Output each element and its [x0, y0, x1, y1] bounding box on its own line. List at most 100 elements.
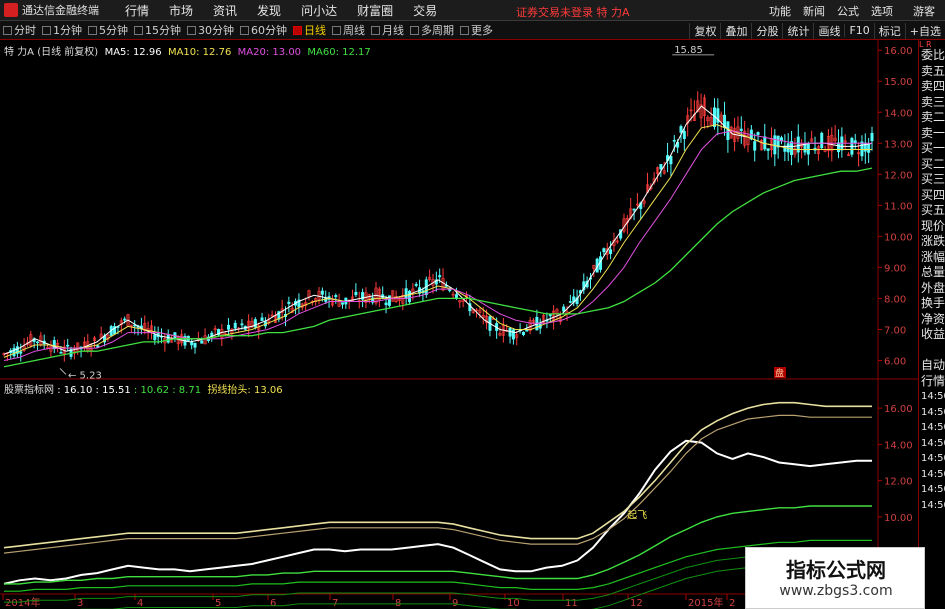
chart-area[interactable]: 16.00 15.00 14.00 13.00 12.00 11.00 10.00 9.00 8… — [0, 40, 945, 609]
menu-zixun[interactable]: 资讯 — [203, 2, 247, 19]
stock-name: 特 力A — [4, 47, 35, 58]
side-item[interactable] — [919, 343, 945, 359]
app-title: 通达信金融终端 — [22, 4, 99, 17]
side-item[interactable]: 买五 — [919, 203, 945, 219]
candle-body — [387, 295, 391, 306]
low-marker-line — [59, 368, 67, 375]
side-item[interactable]: 卖四 — [919, 79, 945, 95]
sub-y-tick-label: 16.00 — [884, 404, 913, 415]
overlay-button[interactable]: 叠加 — [720, 22, 751, 39]
tab-daily[interactable]: 日线 — [290, 22, 329, 38]
candle-body — [66, 344, 70, 347]
candle-body — [511, 329, 515, 340]
mark-button[interactable]: 标记 — [873, 22, 905, 39]
menu-xinwen[interactable]: 新闻 — [797, 3, 831, 19]
candle-body — [408, 290, 412, 303]
tab-weekly[interactable]: 周线 — [329, 22, 368, 38]
tab-30min[interactable]: 30分钟 — [184, 22, 237, 38]
side-item[interactable]: 卖五 — [919, 64, 945, 80]
side-item[interactable]: 换手 — [919, 296, 945, 312]
side-item[interactable]: 收益 — [919, 327, 945, 343]
tab-15min[interactable]: 15分钟 — [131, 22, 184, 38]
draw-button[interactable]: 画线 — [813, 22, 844, 39]
stats-button[interactable]: 统计 — [782, 22, 813, 39]
side-item[interactable]: 买二 — [919, 157, 945, 173]
menu-faxian[interactable]: 发现 — [247, 2, 291, 19]
side-item[interactable]: 行情 — [919, 374, 945, 390]
candle-body — [562, 306, 566, 312]
candle-body — [384, 302, 388, 306]
tab-5min[interactable]: 5分钟 — [85, 22, 131, 38]
quote-side-panel: L R 委比 卖五 卖四 卖三 卖二 卖一 买一 买二 买三 买四 买五 现价 涨跌 涨幅 总量 外盘 换手 净资… — [918, 40, 945, 609]
side-item[interactable]: 卖二 — [919, 110, 945, 126]
tab-1min[interactable]: 1分钟 — [39, 22, 85, 38]
candle-body — [870, 132, 874, 142]
quote-list: 委比 卖五 卖四 卖三 卖二 卖一 买一 买二 买三 买四 买五 现价 涨跌 涨幅 总量 外盘 换手 净资 收益自动… — [919, 48, 945, 513]
side-item[interactable]: 卖一 — [919, 126, 945, 142]
side-item[interactable]: 现价 — [919, 219, 945, 235]
side-item[interactable]: 买四 — [919, 188, 945, 204]
add-watchlist-button[interactable]: +自选 — [904, 22, 945, 39]
tab-monthly[interactable]: 月线 — [368, 22, 407, 38]
side-item[interactable]: 买三 — [919, 172, 945, 188]
f10-button[interactable]: F10 — [844, 24, 873, 37]
side-item[interactable]: 总量 — [919, 265, 945, 281]
watermark-title: 指标公式网 — [786, 558, 886, 582]
side-item[interactable]: 净资 — [919, 312, 945, 328]
tab-multi[interactable]: 多周期 — [407, 22, 457, 38]
y-tick-label: 9.00 — [884, 263, 906, 274]
side-item[interactable]: 涨跌 — [919, 234, 945, 250]
menu-caifuquan[interactable]: 财富圈 — [347, 2, 403, 19]
menu-gongneng[interactable]: 功能 — [763, 3, 797, 19]
side-item[interactable]: 买一 — [919, 141, 945, 157]
indicator-info: 股票指标网 : 16.10 : 15.51 : 10.62 : 8.71 拐线抬… — [4, 381, 283, 396]
chart-mode: (日线 前复权) — [37, 47, 99, 58]
side-item[interactable]: 14:50 — [919, 482, 945, 498]
tab-more[interactable]: 更多 — [457, 22, 496, 38]
side-item[interactable]: 14:50 — [919, 405, 945, 421]
candle-body — [260, 317, 264, 321]
app-logo-icon — [4, 3, 18, 17]
side-item[interactable]: 14:50 — [919, 420, 945, 436]
candle-body — [679, 126, 683, 133]
side-item[interactable]: 委比 — [919, 48, 945, 64]
side-item[interactable]: 外盘 — [919, 281, 945, 297]
menu-jiaoyi[interactable]: 交易 — [403, 2, 447, 19]
tab-60min[interactable]: 60分钟 — [237, 22, 290, 38]
candle-body — [753, 141, 757, 151]
side-item[interactable]: 14:50 — [919, 467, 945, 483]
tab-fenshi[interactable]: 分时 — [0, 22, 39, 38]
menu-hangqing[interactable]: 行情 — [115, 2, 159, 19]
side-item[interactable]: 14:50 — [919, 451, 945, 467]
candle-body — [508, 327, 512, 337]
candle-body — [52, 340, 56, 350]
login-warning[interactable]: 证券交易未登录 特 力A — [516, 4, 630, 20]
menu-shichang[interactable]: 市场 — [159, 2, 203, 19]
candle-body — [548, 314, 552, 317]
side-item[interactable]: 卖三 — [919, 95, 945, 111]
candle-body — [414, 284, 418, 286]
ma5-label: MA5: 12.96 — [104, 47, 162, 58]
split-button[interactable]: 分股 — [751, 22, 782, 39]
guest-login[interactable]: 游客 — [913, 3, 935, 19]
menu-xuanxiang[interactable]: 选项 — [865, 3, 899, 19]
side-item[interactable]: 14:50 — [919, 389, 945, 405]
side-item[interactable]: 自动 — [919, 358, 945, 374]
side-item[interactable]: 14:50 — [919, 436, 945, 452]
side-item[interactable]: 14:50 — [919, 498, 945, 514]
event-marker-label: 盘 — [775, 367, 784, 379]
candle-body — [739, 128, 743, 131]
y-tick-label: 14.00 — [884, 108, 913, 119]
menu-gongshi[interactable]: 公式 — [831, 3, 865, 19]
indicator-name: 股票指标网 — [4, 385, 54, 396]
side-item[interactable]: 涨幅 — [919, 250, 945, 266]
candle-body — [669, 156, 673, 165]
candle-body — [776, 135, 780, 148]
fuquan-button[interactable]: 复权 — [689, 22, 720, 39]
candle-body — [773, 135, 777, 155]
candle-body — [438, 275, 442, 278]
candle-body — [287, 301, 291, 304]
kline-chart[interactable]: 16.00 15.00 14.00 13.00 12.00 11.00 10.00 9.00 8… — [0, 40, 918, 609]
ma-line-4 — [3, 167, 873, 368]
menu-wenxiaoda[interactable]: 问小达 — [291, 2, 347, 19]
